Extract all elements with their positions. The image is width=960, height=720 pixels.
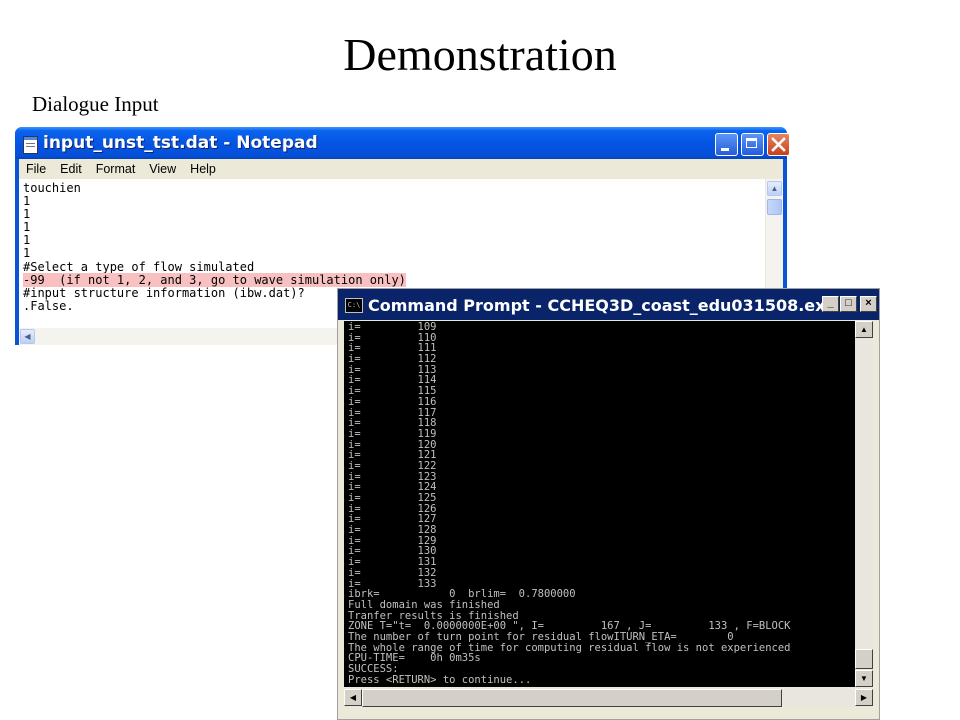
scroll-down-button[interactable]: ▼: [855, 670, 873, 687]
cmd-maximize-button[interactable]: □: [840, 296, 857, 312]
notepad-title-bar[interactable]: input_unst_tst.dat - Notepad: [15, 127, 790, 159]
slide-title: Demonstration: [343, 29, 617, 80]
notepad-maximize-button[interactable]: [741, 133, 764, 156]
highlighted-text-line: -99 (if not 1, 2, and 3, go to wave simu…: [23, 272, 406, 287]
menu-file[interactable]: File: [19, 159, 53, 176]
text-line: 1: [23, 233, 31, 248]
text-line: 1: [23, 207, 31, 222]
console-line: Press <RETURN> to continue...: [348, 673, 532, 686]
chevron-left-icon: ◀: [349, 693, 357, 702]
scroll-right-button[interactable]: ▶: [855, 689, 873, 706]
chevron-up-icon: ▲: [770, 184, 779, 193]
notepad-close-button[interactable]: [767, 133, 790, 156]
scroll-left-button[interactable]: ◀: [344, 689, 362, 706]
chevron-down-icon: ▼: [860, 674, 868, 683]
minimize-icon: [721, 148, 729, 151]
notepad-menu-bar: File Edit Format View Help: [19, 159, 783, 179]
text-line: 1: [23, 194, 31, 209]
chevron-up-icon: ▲: [860, 325, 868, 334]
console-output[interactable]: i= 109 i= 110 i= 111 i= 112 i= 113 i= 114 i= 1…: [344, 321, 855, 687]
cmd-window-title: Command Prompt - CCHEQ3D_coast_edu031508…: [368, 296, 837, 315]
menu-help[interactable]: Help: [183, 159, 223, 176]
console-line: CPU-TIME= 0h 0m35s: [348, 652, 481, 665]
notepad-window-title: input_unst_tst.dat - Notepad: [43, 133, 318, 153]
menu-view[interactable]: View: [142, 159, 183, 176]
scroll-thumb[interactable]: [855, 649, 873, 669]
cmd-title-bar[interactable]: C:\ Command Prompt - CCHEQ3D_coast_edu03…: [338, 289, 879, 320]
console-line: i= 119: [348, 427, 437, 440]
highlight-span: -99 (if not 1, 2, and 3, go to wave simu…: [23, 272, 406, 287]
menu-format[interactable]: Format: [89, 159, 143, 176]
cmd-icon[interactable]: C:\: [345, 298, 363, 313]
scroll-up-button[interactable]: ▲: [767, 181, 782, 196]
chevron-right-icon: ▶: [860, 693, 868, 702]
slide-subtitle: Dialogue Input: [32, 92, 159, 116]
maximize-icon: [746, 138, 757, 148]
scroll-thumb[interactable]: [362, 689, 782, 707]
text-line: 1: [23, 246, 31, 261]
text-line: #Select a type of flow simulated: [23, 259, 255, 274]
text-line: 1: [23, 220, 31, 235]
cmd-vertical-scrollbar[interactable]: ▲ ▼: [855, 321, 873, 687]
menu-edit[interactable]: Edit: [53, 159, 89, 176]
scroll-up-button[interactable]: ▲: [855, 321, 873, 338]
close-icon: ×: [865, 297, 872, 309]
maximize-icon: □: [845, 297, 852, 309]
close-icon: [771, 137, 786, 152]
command-prompt-window: C:\ Command Prompt - CCHEQ3D_coast_edu03…: [337, 288, 880, 720]
scroll-left-button[interactable]: ◀: [20, 329, 35, 344]
cmd-minimize-button[interactable]: _: [822, 296, 839, 312]
cmd-close-button[interactable]: ×: [860, 296, 877, 312]
console-text: i= 109 i= 110 i= 111 i= 112 i= 113 i= 114 i= 1…: [348, 322, 791, 685]
console-line: Full domain was finished: [348, 598, 500, 611]
notepad-minimize-button[interactable]: [715, 133, 738, 156]
cmd-horizontal-scrollbar[interactable]: ◀ ▶: [344, 689, 873, 707]
notepad-icon[interactable]: [23, 136, 38, 154]
console-line: i= 116: [348, 395, 437, 408]
scroll-thumb[interactable]: [767, 199, 782, 215]
chevron-left-icon: ◀: [24, 332, 31, 341]
minimize-icon: _: [827, 297, 834, 309]
console-line: i= 132: [348, 566, 437, 579]
text-line: touchien: [23, 181, 81, 195]
